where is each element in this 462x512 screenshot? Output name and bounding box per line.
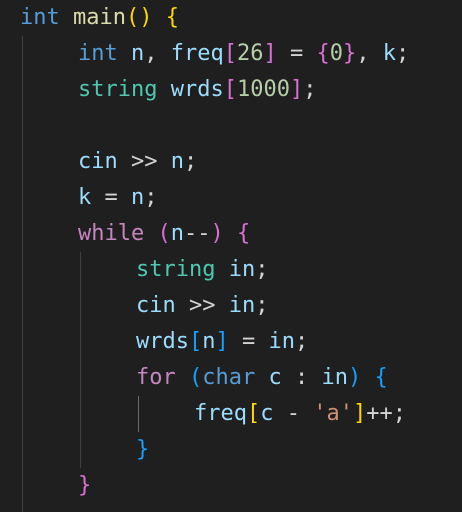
code-token: ; xyxy=(255,257,269,282)
code-token: wrds xyxy=(136,329,189,354)
code-token: c xyxy=(268,365,282,390)
code-line[interactable]: } xyxy=(136,432,149,468)
code-token: -- xyxy=(183,221,211,246)
code-token: in xyxy=(321,365,348,390)
code-token: , xyxy=(144,41,171,66)
code-token: int xyxy=(78,41,118,66)
code-token: 1000 xyxy=(236,77,290,102)
code-token: n xyxy=(170,221,184,246)
code-token: , xyxy=(356,41,383,66)
code-line[interactable]: for (char c : in) { xyxy=(136,360,388,396)
code-token: in xyxy=(228,257,256,282)
code-token: } xyxy=(342,41,357,66)
code-token: wrds xyxy=(170,77,224,102)
code-token: in xyxy=(228,293,256,318)
code-token: in xyxy=(268,329,295,354)
code-token: } xyxy=(136,437,150,462)
code-token: = xyxy=(276,41,317,66)
code-token: ) xyxy=(210,221,224,246)
indent-guide xyxy=(80,252,81,468)
code-token: char xyxy=(202,365,256,390)
code-token: c xyxy=(260,401,274,426)
code-token: ( xyxy=(189,365,203,390)
code-token: cin xyxy=(78,149,118,174)
code-token: ++; xyxy=(366,401,406,426)
code-token: >> xyxy=(175,293,229,318)
code-token: { xyxy=(374,365,388,390)
code-token: n xyxy=(170,149,184,174)
code-token: k xyxy=(78,185,92,210)
code-token: 'a' xyxy=(313,401,353,426)
code-token: ] xyxy=(263,41,277,66)
code-line[interactable]: int main() { xyxy=(20,0,179,36)
code-token: = xyxy=(228,329,269,354)
code-line[interactable]: while (n--) { xyxy=(78,216,250,252)
code-token: { xyxy=(236,221,251,246)
code-token: ( xyxy=(157,221,171,246)
code-token: ) xyxy=(347,365,362,390)
code-token: cin xyxy=(136,293,176,318)
code-token: 0 xyxy=(329,41,343,66)
code-token: n xyxy=(131,185,145,210)
code-token: string xyxy=(136,257,216,282)
code-token: n xyxy=(202,329,216,354)
code-token: ] xyxy=(352,401,367,426)
code-token: ; xyxy=(294,329,309,354)
code-token: [ xyxy=(223,41,237,66)
code-token: ; xyxy=(395,41,410,66)
code-token: ] xyxy=(289,77,304,102)
code-token: ; xyxy=(303,77,317,102)
code-token: () xyxy=(125,5,153,30)
code-line[interactable]: string in; xyxy=(136,252,268,288)
code-token: while xyxy=(78,221,145,246)
code-line[interactable]: int n, freq[26] = {0}, k; xyxy=(78,36,409,72)
code-token: : xyxy=(281,365,322,390)
code-line[interactable]: } xyxy=(78,468,91,504)
code-token: string xyxy=(78,77,158,102)
code-token: ; xyxy=(255,293,269,318)
code-token: ; xyxy=(144,185,158,210)
code-editor[interactable]: int main() {int n, freq[26] = {0}, k; str… xyxy=(0,0,462,512)
code-line[interactable]: wrds[n] = in; xyxy=(136,324,308,360)
indent-guide xyxy=(138,396,139,432)
code-token: for xyxy=(136,365,176,390)
code-token: freq xyxy=(170,41,224,66)
code-token: [ xyxy=(188,329,203,354)
code-line[interactable]: string wrds[1000]; xyxy=(78,72,316,108)
code-line[interactable]: k = n; xyxy=(78,180,158,216)
code-token: main xyxy=(73,5,126,30)
code-token: >> xyxy=(117,149,171,174)
code-line[interactable]: cin >> n; xyxy=(78,144,197,180)
code-token: freq xyxy=(194,401,247,426)
code-token: = xyxy=(91,185,131,210)
code-token: { xyxy=(316,41,330,66)
code-token: n xyxy=(131,41,145,66)
code-token: 26 xyxy=(236,41,264,66)
code-token: k xyxy=(382,41,396,66)
code-token: ; xyxy=(183,149,198,174)
code-token: - xyxy=(273,401,314,426)
code-token: int xyxy=(20,5,60,30)
code-line[interactable]: cin >> in; xyxy=(136,288,268,324)
code-token: ] xyxy=(215,329,229,354)
code-line[interactable]: freq[c - 'a']++; xyxy=(194,396,406,432)
code-token: } xyxy=(78,473,92,498)
code-token: { xyxy=(165,5,179,30)
indent-guide xyxy=(22,36,23,512)
code-token: [ xyxy=(223,77,237,102)
code-token: [ xyxy=(246,401,261,426)
